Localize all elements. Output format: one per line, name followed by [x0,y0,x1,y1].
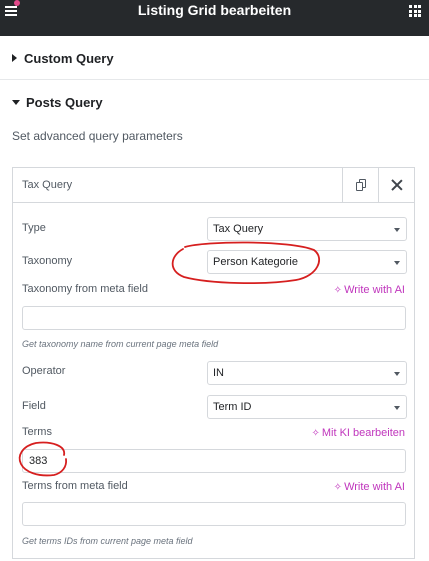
terms-meta-label: Terms from meta field [22,480,128,492]
field-select[interactable]: Term ID [207,395,407,419]
caret-down-icon [12,100,20,105]
terms-label: Terms [22,426,52,438]
operator-select[interactable]: IN [207,361,407,385]
mit-ki-bearbeiten-label: Mit KI bearbeiten [321,427,405,439]
chevron-down-icon [394,228,400,232]
remove-button[interactable] [378,168,414,203]
terms-value: 383 [29,455,48,467]
write-with-ai-label: Write with AI [344,284,405,296]
type-value: Tax Query [213,223,264,235]
duplicate-button[interactable] [342,168,378,203]
terms-input[interactable]: 383 [22,449,406,473]
sparkle-icon: ✧ [311,428,320,439]
caret-right-icon [12,54,17,62]
custom-query-label: Custom Query [24,51,114,66]
tax-query-item-header[interactable]: Tax Query [13,168,414,203]
close-icon [391,179,403,191]
taxonomy-select[interactable]: Person Kategorie [207,250,407,274]
copy-icon [356,179,366,191]
posts-query-toggle[interactable]: Posts Query [12,95,103,110]
posts-query-description: Set advanced query parameters [12,129,183,143]
posts-query-label: Posts Query [26,95,103,110]
mit-ki-bearbeiten-button[interactable]: ✧ Mit KI bearbeiten [311,427,405,439]
type-select[interactable]: Tax Query [207,217,407,241]
field-value: Term ID [213,401,252,413]
write-with-ai-button[interactable]: ✧ Write with AI [334,284,405,296]
panel-header: Listing Grid bearbeiten [0,0,429,36]
taxonomy-meta-hint: Get taxonomy name from current page meta… [22,339,219,349]
taxonomy-meta-label: Taxonomy from meta field [22,283,148,295]
chevron-down-icon [394,372,400,376]
terms-meta-input[interactable] [22,502,406,526]
sparkle-icon: ✧ [333,285,343,296]
chevron-down-icon [394,261,400,265]
panel-title: Listing Grid bearbeiten [137,2,292,18]
tax-query-item-title: Tax Query [22,179,73,191]
operator-label: Operator [22,365,66,377]
chevron-down-icon [394,406,400,410]
taxonomy-meta-input[interactable] [22,306,406,330]
terms-meta-hint: Get terms IDs from current page meta fie… [22,536,193,546]
taxonomy-label: Taxonomy [22,255,73,267]
field-label: Field [22,400,46,412]
operator-value: IN [213,367,224,379]
type-label: Type [22,222,46,234]
write-with-ai-button[interactable]: ✧ Write with AI [334,481,405,493]
custom-query-toggle[interactable]: Custom Query [12,51,114,66]
sparkle-icon: ✧ [333,482,343,493]
write-with-ai-label: Write with AI [344,481,405,493]
grid-icon[interactable] [409,5,421,17]
tax-query-item: Tax Query Type Tax Query Taxonomy Person… [12,167,415,559]
custom-query-section[interactable]: Custom Query [0,36,429,80]
taxonomy-value: Person Kategorie [213,256,298,268]
